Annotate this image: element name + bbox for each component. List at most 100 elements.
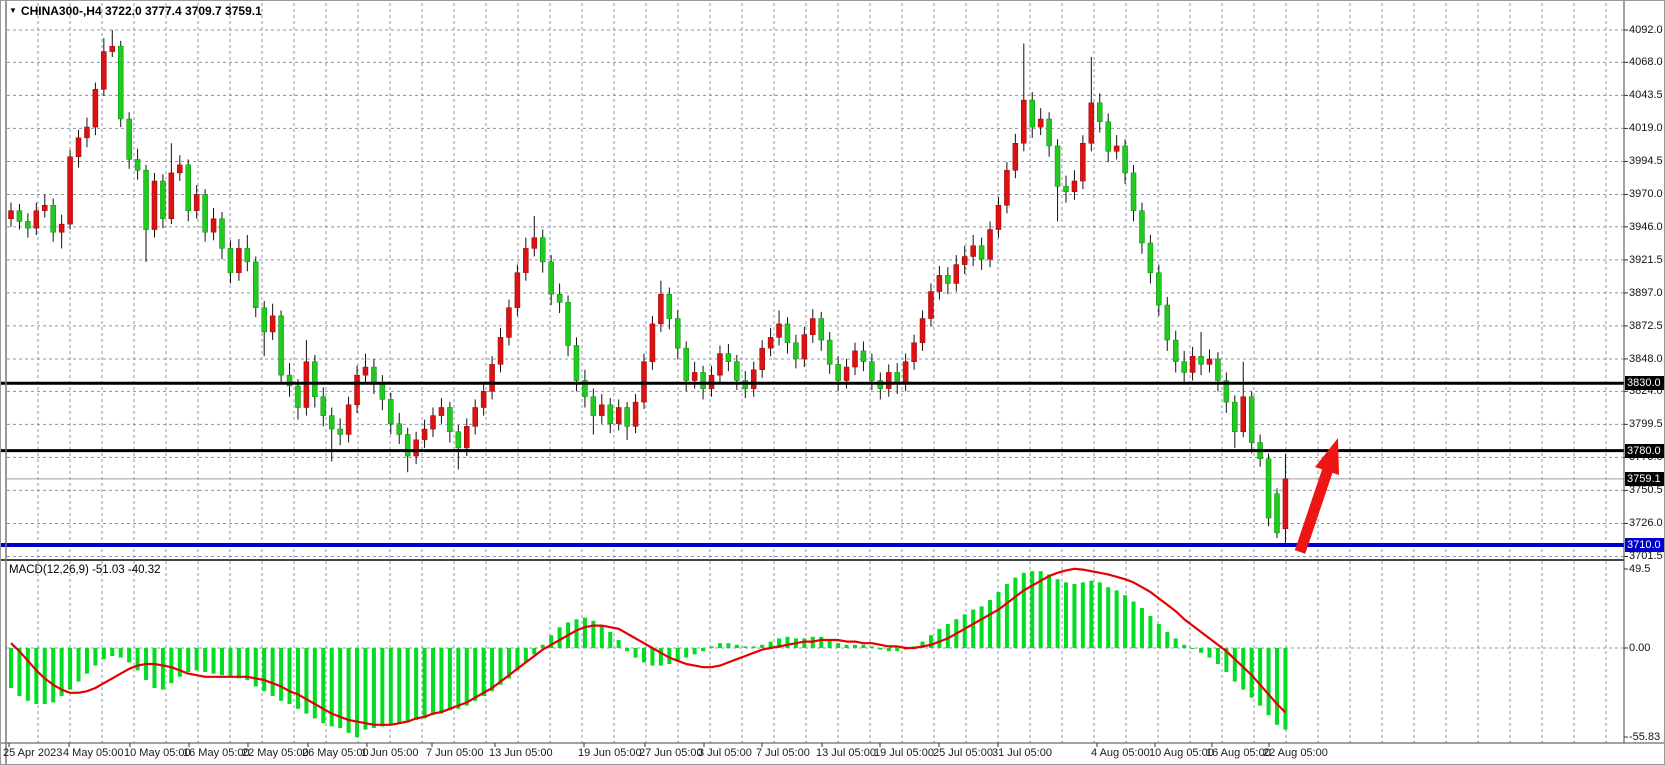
- price-tick-label: 3970.0: [1629, 187, 1663, 201]
- candle: [506, 308, 511, 338]
- macd-bar: [169, 648, 173, 683]
- macd-scale-min: -55.83: [1629, 730, 1660, 744]
- macd-bar: [152, 648, 156, 688]
- macd-bar: [51, 648, 55, 702]
- candle: [692, 372, 697, 380]
- chart-canvas[interactable]: [1, 1, 1665, 765]
- macd-bar: [1174, 638, 1178, 648]
- candle: [295, 386, 300, 408]
- candle: [25, 221, 30, 228]
- candle: [886, 372, 891, 388]
- candle: [1139, 211, 1144, 243]
- candle: [1089, 103, 1094, 143]
- candle: [93, 89, 98, 127]
- candle: [262, 308, 267, 332]
- candle: [1013, 143, 1018, 170]
- macd-bar: [490, 648, 494, 691]
- macd-bar: [186, 648, 190, 672]
- candle: [1131, 173, 1136, 211]
- candle: [650, 324, 655, 362]
- date-label: 31 Jul 05:00: [992, 747, 1052, 759]
- candle: [1114, 146, 1119, 151]
- candle: [490, 364, 495, 391]
- macd-bar: [718, 643, 722, 648]
- macd-bar: [228, 648, 232, 677]
- macd-bar: [870, 646, 874, 648]
- candle: [1064, 186, 1069, 191]
- candle: [177, 165, 182, 173]
- macd-bar: [1267, 648, 1271, 715]
- candle: [979, 246, 984, 259]
- candle: [962, 256, 967, 264]
- date-label: 10 May 05:00: [124, 747, 191, 759]
- candle: [667, 294, 672, 318]
- trading-chart-window: ▼CHINA300-,H4 3722.0 3777.4 3709.7 3759.…: [0, 0, 1665, 765]
- macd-bar: [1047, 574, 1051, 648]
- macd-bar: [971, 610, 975, 648]
- symbol-dropdown-icon[interactable]: ▼: [9, 6, 17, 15]
- candle: [1241, 397, 1246, 432]
- macd-bar: [1199, 648, 1203, 653]
- macd-bar: [1013, 578, 1017, 648]
- macd-bar: [1182, 645, 1186, 648]
- macd-bar: [650, 648, 654, 666]
- candle: [68, 157, 73, 224]
- candle: [498, 337, 503, 364]
- macd-bar: [1098, 582, 1102, 648]
- macd-bar: [397, 648, 401, 723]
- price-tick-label: 3994.5: [1629, 154, 1663, 168]
- macd-bar: [1191, 648, 1195, 649]
- candle: [819, 319, 824, 341]
- date-label: 7 Jun 05:00: [426, 747, 484, 759]
- candle: [405, 434, 410, 456]
- macd-bar: [321, 648, 325, 723]
- candle: [245, 248, 250, 261]
- macd-bar: [1283, 648, 1287, 730]
- macd-bar: [473, 648, 477, 701]
- macd-bar: [110, 648, 114, 656]
- macd-bar: [887, 648, 891, 651]
- date-label: 19 Jul 05:00: [874, 747, 934, 759]
- candle: [1199, 356, 1204, 364]
- date-label: 4 May 05:00: [63, 747, 124, 759]
- macd-bar: [93, 648, 97, 666]
- macd-bar: [878, 648, 882, 650]
- candle: [869, 362, 874, 381]
- macd-bar: [178, 648, 182, 677]
- macd-bar: [85, 648, 89, 674]
- candle: [912, 343, 917, 362]
- candle: [431, 416, 436, 429]
- macd-bar: [1157, 624, 1161, 648]
- candle: [599, 405, 604, 416]
- candle: [920, 319, 925, 343]
- price-tick-label: 4092.0: [1629, 23, 1663, 37]
- macd-bar: [1005, 584, 1009, 648]
- macd-bar: [254, 648, 258, 686]
- macd-bar: [17, 648, 21, 696]
- candle: [633, 402, 638, 426]
- candle: [1038, 119, 1043, 127]
- macd-bar: [895, 648, 899, 651]
- macd-bar: [1115, 590, 1119, 648]
- candle: [414, 440, 419, 456]
- candle: [481, 391, 486, 407]
- macd-bar: [676, 648, 680, 661]
- candle: [144, 170, 149, 229]
- macd-bar: [439, 648, 443, 714]
- macd-bar: [271, 648, 275, 696]
- candle: [675, 319, 680, 349]
- candle: [355, 375, 360, 405]
- date-label: 16 Aug 05:00: [1206, 747, 1271, 759]
- candle: [802, 335, 807, 359]
- macd-bar: [693, 648, 697, 654]
- macd-bar: [1106, 587, 1110, 648]
- date-label: 13 Jul 05:00: [816, 747, 876, 759]
- macd-bar: [195, 648, 199, 670]
- macd-bar: [541, 645, 545, 648]
- candle: [928, 292, 933, 319]
- price-tick-label: 3872.5: [1629, 319, 1663, 333]
- macd-bar: [456, 648, 460, 709]
- candle: [734, 362, 739, 381]
- macd-bar: [946, 624, 950, 648]
- candle: [473, 407, 478, 426]
